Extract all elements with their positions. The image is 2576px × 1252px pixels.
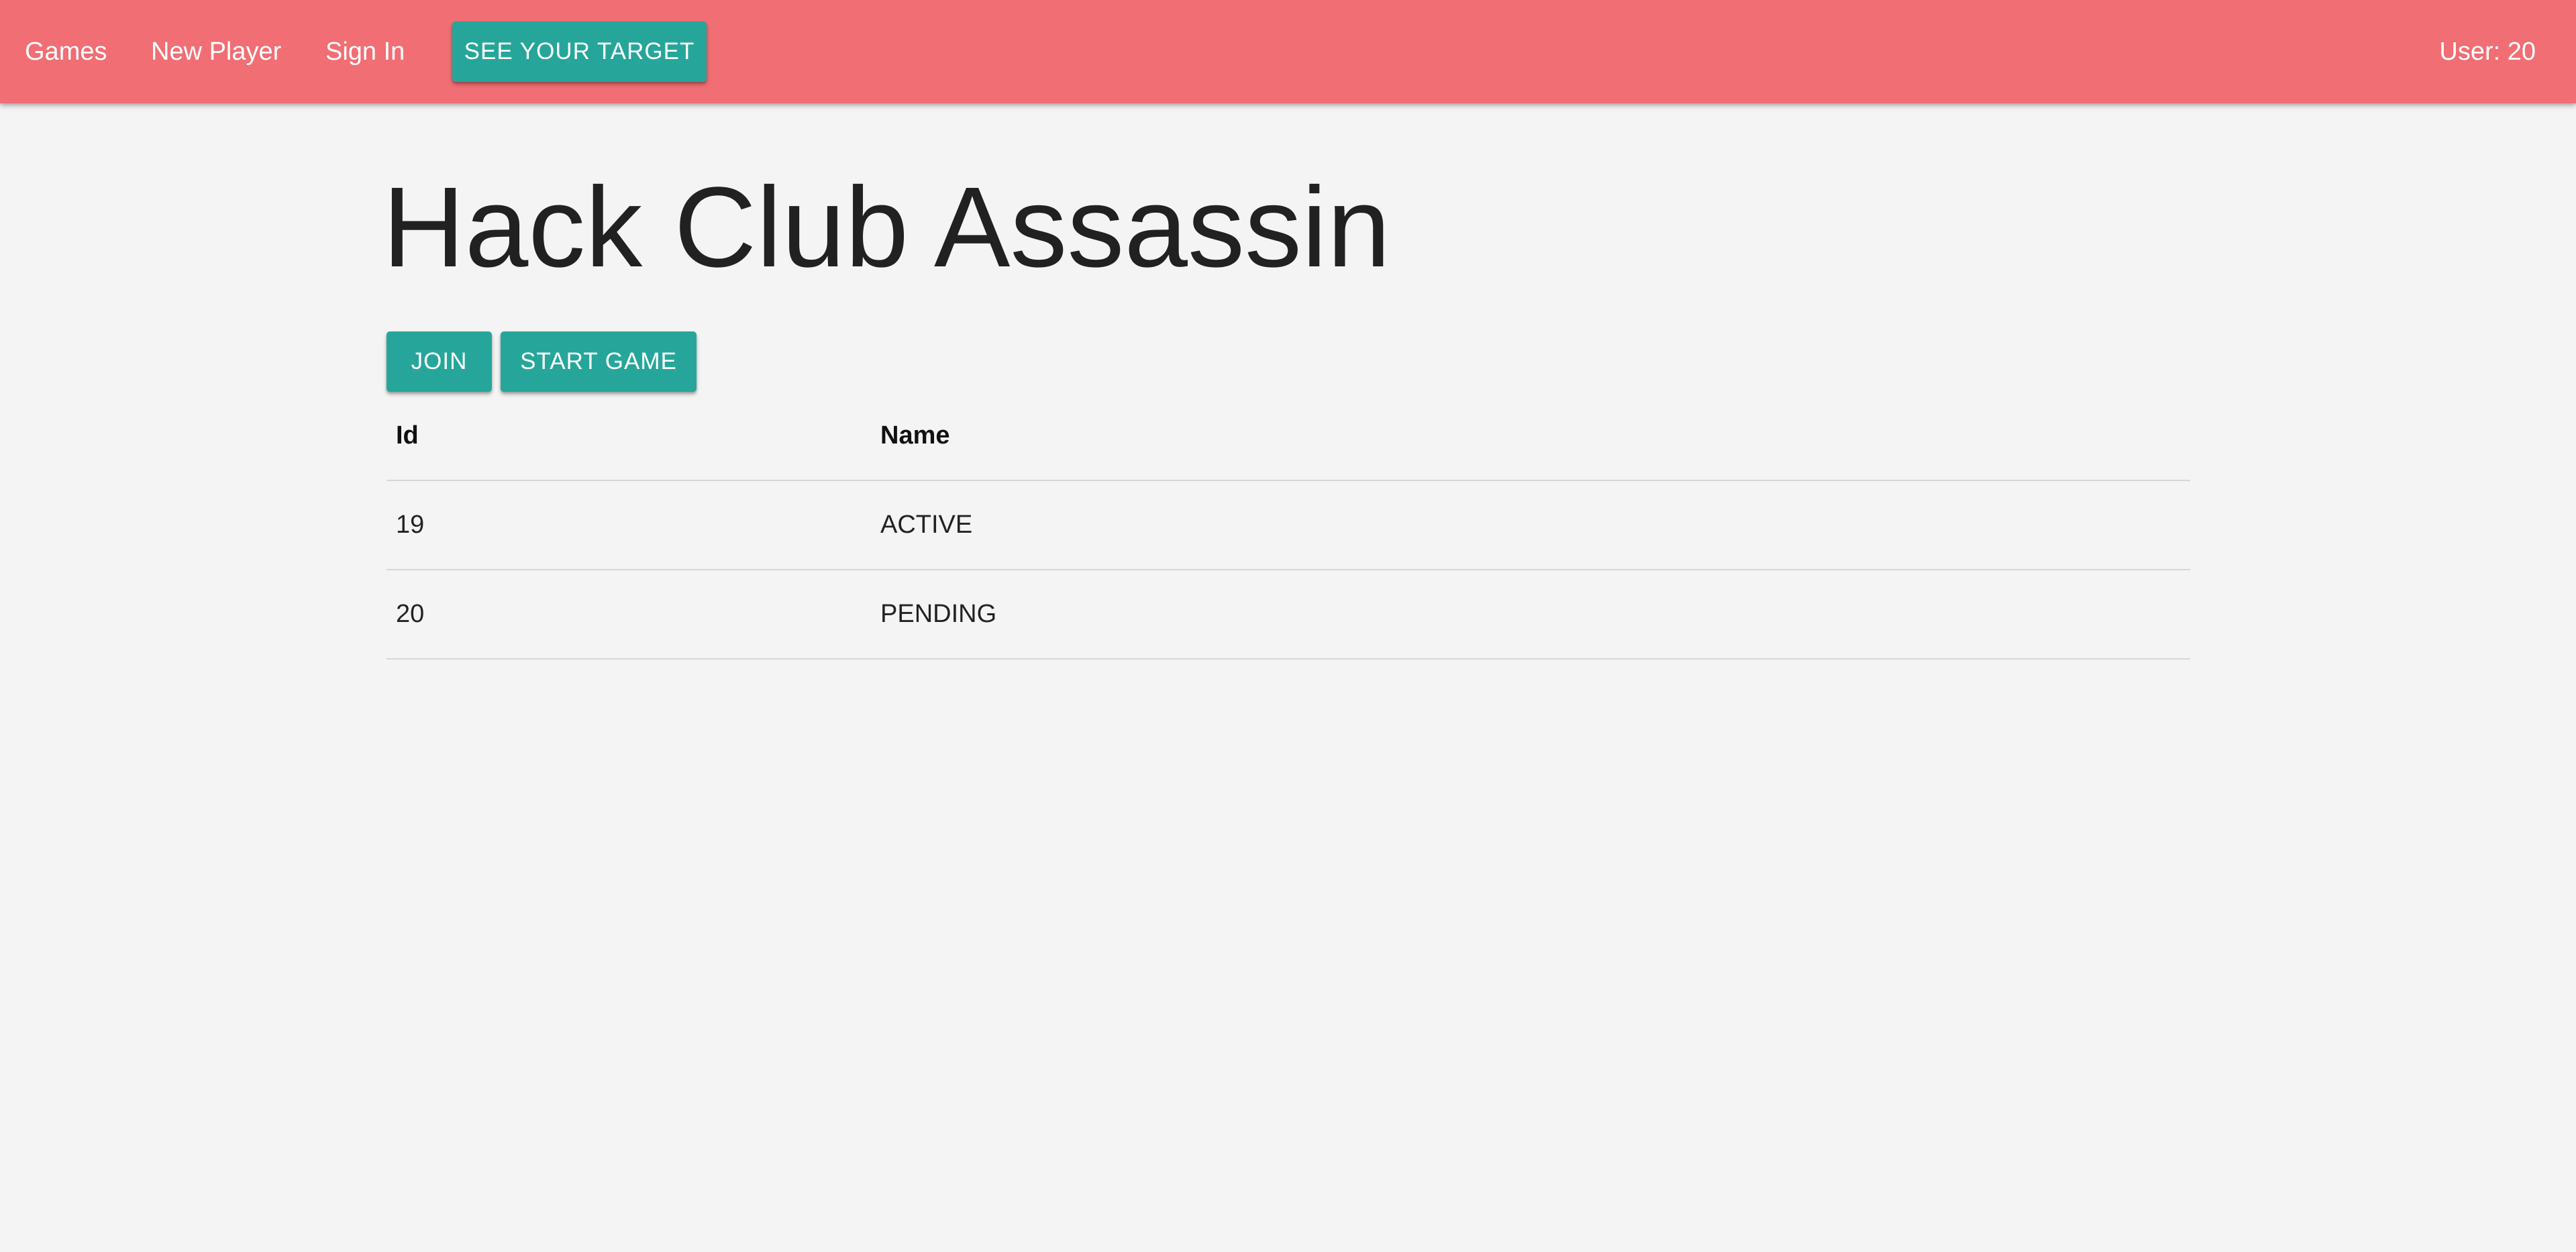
nav-link-sign-in[interactable]: Sign In <box>325 0 405 103</box>
column-header-name: Name <box>871 392 2190 481</box>
row-id-cell: 20 <box>387 570 871 660</box>
nav-link-games[interactable]: Games <box>25 0 107 103</box>
top-navbar: Games New Player Sign In SEE YOUR TARGET… <box>0 0 2576 103</box>
see-your-target-button[interactable]: SEE YOUR TARGET <box>452 21 707 82</box>
players-table: Id Name 19 ACTIVE 20 PENDING <box>387 392 2190 660</box>
row-id-cell: 19 <box>387 480 871 570</box>
table-header-row: Id Name <box>387 392 2190 481</box>
row-name-cell: PENDING <box>871 570 2190 660</box>
row-name-cell: ACTIVE <box>871 480 2190 570</box>
column-header-id: Id <box>387 392 871 481</box>
page-title: Hack Club Assassin <box>382 164 1391 291</box>
join-button[interactable]: JOIN <box>387 331 492 392</box>
table-row: 19 ACTIVE <box>387 480 2190 570</box>
current-user-label: User: 20 <box>2439 38 2536 66</box>
nav-link-new-player[interactable]: New Player <box>151 0 281 103</box>
start-game-button[interactable]: START GAME <box>501 331 697 392</box>
table-row: 20 PENDING <box>387 570 2190 660</box>
